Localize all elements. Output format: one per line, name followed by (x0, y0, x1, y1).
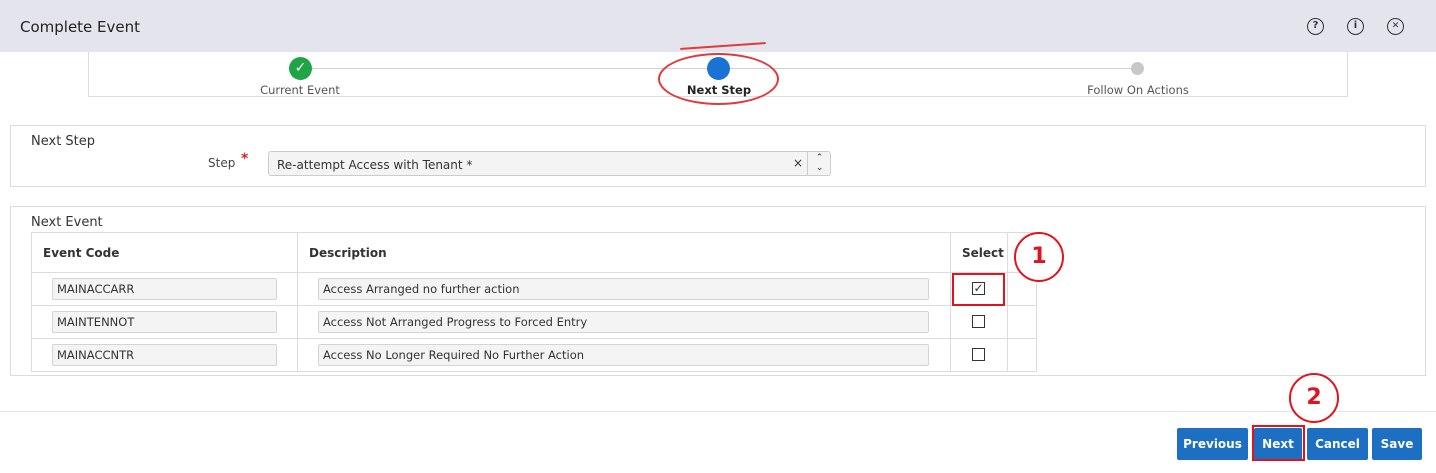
dialog-header: Complete Event ? i ✕ (0, 0, 1436, 52)
footer-divider (0, 411, 1436, 412)
previous-button[interactable]: Previous (1177, 428, 1248, 460)
description-cell: Access Not Arranged Progress to Forced E… (297, 305, 951, 339)
next-step-section-title: Next Step (31, 134, 96, 149)
chevron-up-icon: ⌃ (815, 153, 824, 163)
step-field-label: Step (208, 156, 236, 170)
chevron-down-icon: ⌄ (815, 163, 824, 173)
required-marker: * (241, 151, 249, 167)
event-code-cell: MAINACCARR (31, 272, 298, 306)
table-row[interactable]: MAINACCNTR Access No Longer Required No … (31, 338, 1037, 372)
select-cell: ✓ (950, 272, 1008, 306)
annotation-callout-2: 2 (1289, 373, 1339, 423)
spinner-icon[interactable]: ⌃ ⌄ (807, 152, 831, 175)
spacer-cell (1007, 338, 1037, 372)
close-icon[interactable]: ✕ (1387, 18, 1404, 35)
train-stop-next-step-dot[interactable] (707, 57, 730, 80)
select-cell (950, 305, 1008, 339)
select-checkbox[interactable]: ✓ (972, 282, 985, 295)
description-cell: Access Arranged no further action (297, 272, 951, 306)
event-code-field[interactable]: MAINACCNTR (52, 344, 277, 366)
description-field[interactable]: Access Arranged no further action (318, 278, 929, 300)
train-stop-current-event-label[interactable]: Current Event (260, 83, 340, 97)
train-stop-follow-on-label[interactable]: Follow On Actions (1087, 83, 1189, 97)
cancel-button[interactable]: Cancel (1307, 428, 1368, 460)
table-row[interactable]: MAINACCARR Access Arranged no further ac… (31, 272, 1037, 306)
train-stop-follow-on-dot[interactable] (1131, 62, 1144, 75)
column-header-event-code[interactable]: Event Code (31, 232, 298, 273)
column-header-description[interactable]: Description (297, 232, 951, 273)
train-stop-next-step-label[interactable]: Next Step (687, 83, 751, 97)
save-button[interactable]: Save (1372, 428, 1422, 460)
step-select-value: Re-attempt Access with Tenant * (277, 158, 473, 172)
select-cell (950, 338, 1008, 372)
annotation-callout-1: 1 (1014, 232, 1064, 282)
event-code-field[interactable]: MAINTENNOT (52, 311, 277, 333)
select-checkbox[interactable] (972, 315, 985, 328)
description-field[interactable]: Access Not Arranged Progress to Forced E… (318, 311, 929, 333)
event-code-cell: MAINACCNTR (31, 338, 298, 372)
progress-train: ✓ Current Event Next Step Follow On Acti… (88, 52, 1348, 97)
help-icon[interactable]: ? (1307, 18, 1324, 35)
step-select[interactable]: Re-attempt Access with Tenant * × ⌃ ⌄ (268, 151, 831, 176)
train-stop-current-event-check-icon[interactable]: ✓ (289, 57, 312, 80)
next-button[interactable]: Next (1254, 428, 1302, 460)
next-event-section-title: Next Event (31, 215, 103, 230)
spacer-cell (1007, 305, 1037, 339)
event-code-field[interactable]: MAINACCARR (52, 278, 277, 300)
info-icon[interactable]: i (1347, 18, 1364, 35)
dialog-title: Complete Event (20, 18, 141, 36)
event-code-cell: MAINTENNOT (31, 305, 298, 339)
table-row[interactable]: MAINTENNOT Access Not Arranged Progress … (31, 305, 1037, 339)
table-header-row: Event Code Description Select (31, 232, 1037, 273)
column-header-select[interactable]: Select (950, 232, 1008, 273)
select-checkbox[interactable] (972, 348, 985, 361)
clear-icon[interactable]: × (793, 156, 803, 170)
description-field[interactable]: Access No Longer Required No Further Act… (318, 344, 929, 366)
next-event-table: Event Code Description Select MAINACCARR… (31, 232, 1037, 372)
description-cell: Access No Longer Required No Further Act… (297, 338, 951, 372)
